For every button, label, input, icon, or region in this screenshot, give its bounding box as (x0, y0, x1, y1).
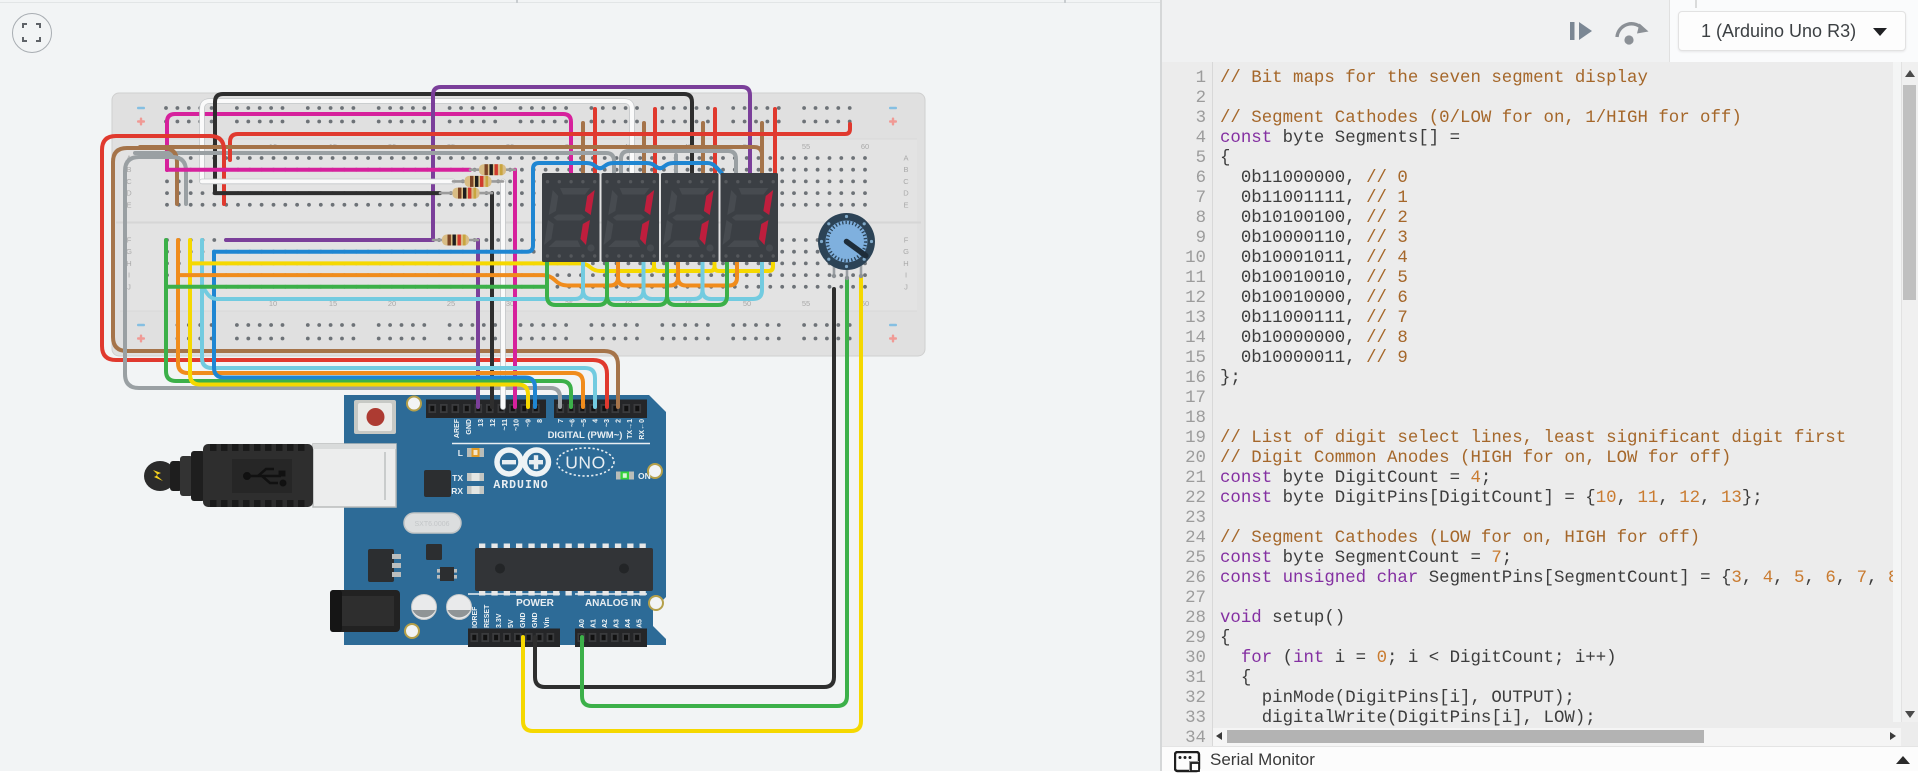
svg-text:A3: A3 (613, 619, 620, 628)
svg-text:RX←0: RX←0 (639, 419, 646, 440)
svg-text:8: 8 (537, 419, 544, 423)
svg-text:~11: ~11 (502, 419, 509, 431)
svg-text:C: C (903, 177, 909, 186)
svg-text:A1: A1 (590, 619, 597, 628)
svg-text:UNO: UNO (565, 453, 605, 473)
svg-text:2: 2 (615, 419, 622, 423)
svg-text:60: 60 (861, 142, 869, 151)
svg-text:E: E (126, 200, 131, 209)
svg-text:ANALOG IN: ANALOG IN (585, 598, 641, 609)
svg-text:I: I (128, 271, 130, 280)
svg-text:~5: ~5 (581, 419, 588, 427)
svg-text:POWER: POWER (516, 598, 555, 609)
svg-text:55: 55 (802, 142, 810, 151)
svg-text:F: F (904, 236, 909, 245)
svg-text:G: G (903, 247, 909, 256)
svg-text:H: H (903, 259, 908, 268)
svg-text:L: L (458, 448, 463, 458)
svg-text:GND: GND (532, 612, 539, 628)
svg-text:DIGITAL (PWM~): DIGITAL (PWM~) (548, 430, 623, 441)
svg-text:55: 55 (802, 299, 810, 308)
svg-text:TX→1: TX→1 (627, 419, 634, 439)
svg-text:13: 13 (478, 419, 485, 427)
svg-text:ARDUINO: ARDUINO (493, 479, 548, 492)
svg-text:~6: ~6 (569, 419, 576, 427)
svg-text:SXT6.0006: SXT6.0006 (414, 521, 449, 528)
svg-text:B: B (903, 165, 908, 174)
svg-text:C: C (126, 177, 132, 186)
svg-text:A4: A4 (625, 619, 632, 628)
svg-text:Vin: Vin (544, 617, 551, 628)
svg-text:GND: GND (466, 419, 473, 435)
svg-text:12: 12 (490, 419, 497, 427)
svg-text:A: A (903, 154, 908, 163)
svg-text:~9: ~9 (525, 419, 532, 427)
svg-text:D: D (903, 189, 909, 198)
svg-text:4: 4 (592, 419, 599, 423)
svg-text:5V: 5V (508, 619, 515, 628)
svg-text:A0: A0 (579, 619, 586, 628)
svg-text:IOREF: IOREF (472, 606, 479, 628)
svg-text:~10: ~10 (513, 419, 520, 431)
svg-text:H: H (126, 259, 131, 268)
svg-text:J: J (904, 282, 908, 291)
svg-text:E: E (903, 200, 908, 209)
svg-text:3.3V: 3.3V (496, 613, 503, 628)
svg-text:RX: RX (451, 486, 463, 496)
svg-text:F: F (127, 236, 132, 245)
svg-text:A2: A2 (602, 619, 609, 628)
svg-text:RESET: RESET (484, 604, 491, 628)
svg-text:J: J (127, 282, 131, 291)
svg-text:A5: A5 (636, 619, 643, 628)
svg-text:~3: ~3 (604, 419, 611, 427)
svg-text:D: D (126, 189, 132, 198)
svg-text:I: I (905, 271, 907, 280)
svg-text:AREF: AREF (454, 418, 461, 438)
svg-text:GND: GND (520, 612, 527, 628)
svg-text:7: 7 (558, 419, 565, 423)
svg-text:TX: TX (452, 473, 463, 483)
svg-text:ON: ON (638, 471, 651, 481)
